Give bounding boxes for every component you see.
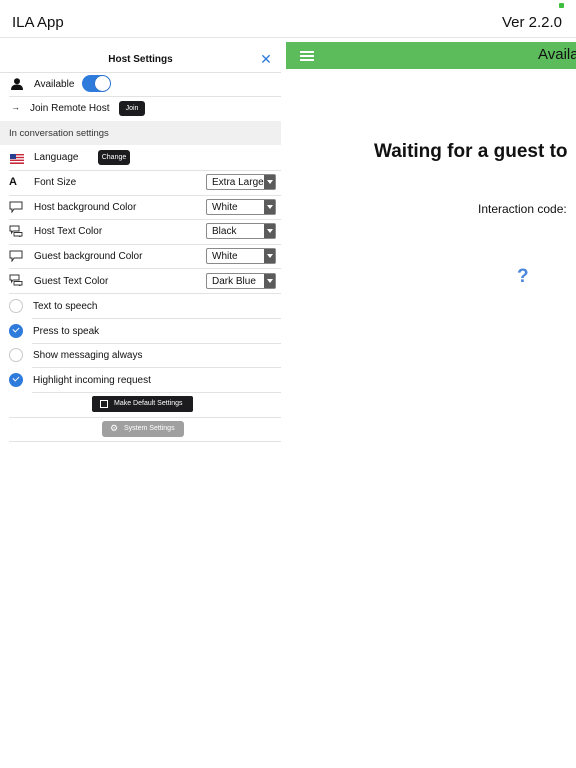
chevron-down-icon — [264, 224, 275, 238]
close-icon[interactable]: ✕ — [259, 52, 273, 66]
waiting-message: Waiting for a guest to — [374, 141, 568, 162]
chevron-down-icon — [264, 274, 275, 288]
app-version: Ver 2.2.0 — [501, 14, 562, 31]
panel-title: Host Settings — [108, 54, 173, 65]
section-header-label: In conversation settings — [9, 128, 109, 139]
text-to-speech-checkbox[interactable] — [9, 299, 23, 313]
make-default-settings-button[interactable]: Make Default Settings — [92, 396, 193, 412]
chevron-down-icon — [264, 175, 275, 189]
gear-icon: ⚙ — [110, 423, 119, 433]
guest-text-color-select[interactable]: Dark Blue — [206, 273, 276, 289]
person-icon — [11, 78, 23, 90]
show-messaging-always-label: Show messaging always — [33, 350, 143, 361]
host-text-color-label: Host Text Color — [34, 226, 103, 237]
chat-bubbles-icon — [9, 274, 23, 286]
interaction-code-label: Interaction code: — [478, 202, 567, 216]
us-flag-icon — [10, 154, 24, 164]
help-icon[interactable]: ? — [517, 266, 529, 288]
chat-bubbles-icon — [9, 225, 23, 237]
divider — [9, 244, 281, 245]
app-title: ILA App — [12, 14, 64, 31]
hamburger-menu-icon[interactable] — [300, 51, 314, 61]
battery-icon — [559, 3, 564, 8]
divider — [9, 195, 281, 196]
divider — [9, 417, 281, 418]
speech-bubble-icon — [9, 250, 23, 262]
host-background-color-select[interactable]: White — [206, 199, 276, 215]
change-language-button[interactable]: Change — [98, 150, 130, 165]
speech-bubble-icon — [9, 201, 23, 213]
chevron-down-icon — [264, 200, 275, 214]
divider — [32, 318, 281, 319]
host-background-color-label: Host background Color — [34, 202, 137, 213]
available-toggle[interactable] — [82, 75, 111, 92]
host-text-color-value: Black — [212, 226, 237, 237]
divider — [32, 367, 281, 368]
show-messaging-always-checkbox[interactable] — [9, 348, 23, 362]
font-size-select[interactable]: Extra Large — [206, 174, 276, 190]
host-text-color-select[interactable]: Black — [206, 223, 276, 239]
section-header: In conversation settings — [0, 121, 281, 145]
divider — [9, 441, 281, 442]
divider — [32, 343, 281, 344]
guest-background-color-value: White — [212, 251, 238, 262]
available-label: Available — [34, 79, 75, 90]
toggle-knob — [95, 76, 110, 91]
chevron-down-icon — [264, 249, 275, 263]
status-title: Availa — [538, 46, 576, 63]
language-label: Language — [34, 152, 79, 163]
host-background-color-value: White — [212, 202, 238, 213]
make-default-settings-label: Make Default Settings — [114, 400, 183, 407]
guest-text-color-value: Dark Blue — [212, 276, 256, 287]
font-size-icon: A — [9, 176, 17, 188]
highlight-incoming-request-checkbox[interactable] — [9, 373, 23, 387]
highlight-incoming-request-label: Highlight incoming request — [33, 375, 151, 386]
divider — [32, 392, 281, 393]
system-settings-button[interactable]: ⚙ System Settings — [102, 421, 184, 437]
status-bar: Availa — [286, 42, 576, 69]
press-to-speak-label: Press to speak — [33, 326, 100, 337]
divider — [9, 170, 281, 171]
host-settings-panel: Host Settings ✕ Available → Join Remote … — [0, 38, 286, 768]
divider — [9, 268, 281, 269]
archive-icon — [100, 400, 108, 408]
divider — [0, 72, 281, 73]
text-to-speech-label: Text to speech — [33, 301, 98, 312]
arrow-right-icon: → — [11, 102, 20, 112]
remote-host-label: Join Remote Host — [30, 103, 110, 114]
guest-background-color-label: Guest background Color — [34, 251, 143, 262]
divider — [9, 219, 281, 220]
system-settings-label: System Settings — [124, 425, 175, 432]
guest-text-color-label: Guest Text Color — [34, 276, 109, 287]
join-button[interactable]: Join — [119, 101, 145, 116]
divider — [9, 96, 281, 97]
press-to-speak-checkbox[interactable] — [9, 324, 23, 338]
font-size-value: Extra Large — [212, 177, 264, 188]
font-size-label: Font Size — [34, 177, 77, 188]
guest-background-color-select[interactable]: White — [206, 248, 276, 264]
divider — [9, 293, 281, 294]
